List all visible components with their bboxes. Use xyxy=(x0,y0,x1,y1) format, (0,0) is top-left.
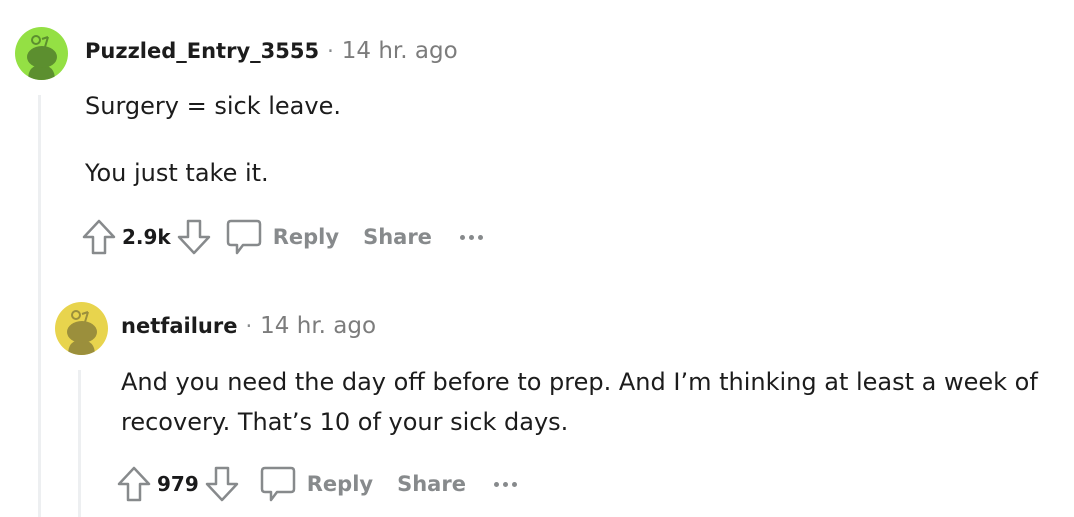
comment-actions: 979 Reply Share xyxy=(117,464,517,504)
thread-line-reply[interactable] xyxy=(78,370,81,517)
share-button[interactable]: Share xyxy=(397,472,466,496)
reply-label: Reply xyxy=(306,472,374,496)
dot-icon xyxy=(477,234,483,240)
timestamp[interactable]: 14 hr. ago xyxy=(342,38,458,64)
snoo-avatar-icon xyxy=(55,302,108,355)
comment-actions: 2.9k Reply Share xyxy=(82,217,483,257)
vote-score: 2.9k xyxy=(122,225,171,249)
thread-line-root[interactable] xyxy=(38,95,41,517)
upvote-button[interactable] xyxy=(117,466,151,502)
dot-icon xyxy=(493,481,499,487)
arrow-up-icon xyxy=(117,466,151,502)
arrow-up-icon xyxy=(82,219,116,255)
comment-paragraph: And you need the day off before to prep.… xyxy=(121,368,1038,436)
reply-button[interactable]: Reply xyxy=(225,218,339,256)
timestamp[interactable]: 14 hr. ago xyxy=(260,313,376,339)
dot-icon xyxy=(468,234,474,240)
avatar[interactable] xyxy=(15,27,68,80)
vote-score: 979 xyxy=(157,472,199,496)
comment-paragraph: You just take it. xyxy=(85,159,269,187)
reply-label: Reply xyxy=(272,225,340,249)
comment-bubble-icon xyxy=(226,219,261,255)
meta-separator: · xyxy=(245,314,253,338)
dot-icon xyxy=(502,481,508,487)
comment-bubble-icon xyxy=(260,466,295,502)
downvote-button[interactable] xyxy=(205,466,239,502)
downvote-button[interactable] xyxy=(177,219,211,255)
arrow-down-icon xyxy=(177,219,210,255)
more-options-button[interactable] xyxy=(493,481,517,487)
username[interactable]: Puzzled_Entry_3555 xyxy=(85,39,319,63)
avatar[interactable] xyxy=(55,302,108,355)
arrow-down-icon xyxy=(205,466,238,502)
share-button[interactable]: Share xyxy=(363,225,432,249)
comment-paragraph: Surgery = sick leave. xyxy=(85,92,341,120)
upvote-button[interactable] xyxy=(82,219,116,255)
meta-separator: · xyxy=(327,39,334,63)
dot-icon xyxy=(511,481,517,487)
snoo-avatar-icon xyxy=(15,27,68,80)
dot-icon xyxy=(459,234,465,240)
reply-button[interactable]: Reply xyxy=(259,465,373,503)
username[interactable]: netfailure xyxy=(121,314,237,338)
more-options-button[interactable] xyxy=(459,234,483,240)
